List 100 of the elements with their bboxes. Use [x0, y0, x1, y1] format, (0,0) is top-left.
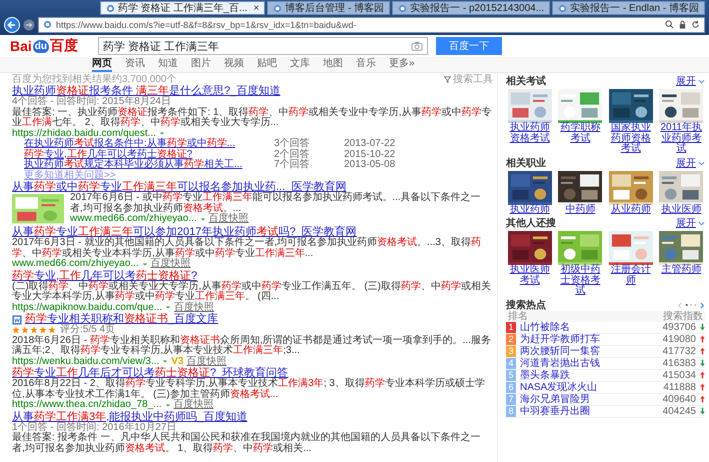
- result-url: https://wenku.baidu.com/view/3...: [12, 356, 160, 367]
- related-item-link[interactable]: 执业医师考试: [506, 265, 554, 286]
- browser-tab[interactable]: 药学 资格证 工作满三年_百... ×: [100, 1, 266, 15]
- camera-icon[interactable]: [411, 41, 423, 51]
- hot-search-link[interactable]: 墨头条暴跌: [520, 370, 659, 380]
- rank-badge: 6: [506, 382, 516, 392]
- search-index: 416383: [662, 358, 696, 368]
- rank-badge: 2: [506, 334, 516, 344]
- hot-search-link[interactable]: 海尔兄弟冒险男: [520, 394, 659, 404]
- forward-button[interactable]: [23, 18, 35, 30]
- nav-tab[interactable]: 贴吧: [257, 57, 277, 72]
- snapshot-link[interactable]: 百度快照: [174, 302, 214, 313]
- related-item-link[interactable]: 执业药师资格考试: [506, 123, 554, 144]
- nav-tab[interactable]: 图片: [191, 57, 211, 72]
- expand-link[interactable]: 展开: [676, 218, 705, 229]
- related-item-link[interactable]: 中药师: [565, 204, 596, 215]
- caret-icon[interactable]: [142, 262, 148, 267]
- related-item-link[interactable]: 执业医师: [661, 204, 702, 215]
- search-index: 404245: [662, 406, 696, 416]
- hot-search-link[interactable]: 中羽赛垂丹出圈: [520, 406, 659, 416]
- refresh-icon[interactable]: [691, 20, 700, 29]
- search-index: 493706: [662, 322, 696, 332]
- related-item-link[interactable]: 初级中药士资格考试: [556, 265, 604, 296]
- answer-meta: 4个回答 - 回答时间: 2015年8月24日: [12, 97, 171, 107]
- hot-search-link[interactable]: 河道青岩抛出古钱: [520, 358, 659, 368]
- expand-link[interactable]: 展开: [676, 76, 705, 87]
- page-icon: [398, 4, 408, 12]
- lock-icon: [678, 20, 687, 29]
- related-question-link[interactable]: 执业药师考试规定本科毕业必须从事药学相关工...: [24, 160, 274, 170]
- related-question-link[interactable]: 在执业药师考试报名条件中:从事药学或中药学...: [24, 139, 274, 150]
- search-index: 409640: [662, 394, 696, 404]
- caret-icon[interactable]: [165, 305, 172, 310]
- nav-tab[interactable]: 资讯: [125, 57, 145, 72]
- logo-text: Bai: [10, 38, 32, 54]
- browser-tab[interactable]: 实验报告一 - Endlan - 博客园: [552, 1, 705, 15]
- url-text: https://www.baidu.com/s?ie=utf-8&f=8&rsv_bp=1&rsv_idx=1&tn=baidu&wd-: [56, 20, 358, 30]
- related-question-link[interactable]: 药学专业,工作几年可以考药士资格证?: [24, 150, 274, 160]
- result-title-link[interactable]: 药学专业相关职称和资格证书_百度文库: [25, 314, 218, 325]
- chevron-down-icon: [698, 160, 705, 166]
- hot-search-link[interactable]: 两次腰斩同一集窖: [520, 346, 659, 356]
- snapshot-link[interactable]: 百度快照: [150, 259, 191, 270]
- chevron-down-icon: [698, 79, 705, 84]
- related-item-link[interactable]: 国家执业药师资格考试: [607, 123, 654, 154]
- search-button[interactable]: 百度一下: [436, 37, 502, 55]
- nav-tab[interactable]: 音乐: [356, 57, 376, 72]
- snapshot-link[interactable]: 百度快照: [186, 356, 227, 367]
- search-icon[interactable]: [665, 20, 674, 29]
- related-item-link[interactable]: 主管药师: [661, 265, 702, 276]
- result-count: 百度为您找到相关结果约3,700,000个: [12, 74, 176, 85]
- rating-text: 评分:5/5 4页: [60, 325, 116, 335]
- address-bar[interactable]: https://www.baidu.com/s?ie=utf-8&f=8&rsv_bp=1&rsv_idx=1&tn=baidu&wd-: [38, 16, 705, 32]
- result-title-link[interactable]: 从事药学或中药学专业工作满三年可以报名参加执业药..._医学教育网: [12, 182, 346, 193]
- nav-tab[interactable]: 更多»: [389, 57, 415, 72]
- previous-page-icon[interactable]: [677, 302, 682, 308]
- hot-search-link[interactable]: 为赶开学教师打车: [520, 334, 659, 344]
- answer-count: 7个回答: [274, 160, 311, 170]
- nav-tab[interactable]: 视频: [224, 57, 244, 72]
- column-header: 搜索指数: [663, 310, 703, 322]
- nav-tab[interactable]: 地图: [323, 57, 343, 72]
- snapshot-link[interactable]: 百度快照: [208, 214, 249, 224]
- search-field[interactable]: 药学 资格证 工作满三年: [98, 37, 428, 55]
- result-title-link[interactable]: 药学专业工作几年后才可以考药士资格证?_环球教育问答: [12, 368, 288, 379]
- nav-tab[interactable]: 网页: [92, 57, 112, 72]
- rank-badge: 4: [506, 358, 516, 368]
- hot-search-link[interactable]: NASA发现冰火山: [520, 382, 660, 392]
- page-dots-icon: [685, 303, 697, 307]
- related-item-link[interactable]: 执业药师: [510, 204, 550, 215]
- hot-search-link[interactable]: 山竹被除名: [520, 322, 659, 332]
- nav-tab[interactable]: 文库: [290, 57, 310, 72]
- result-url: https://wapiknow.baidu.com/que...: [12, 302, 162, 313]
- result-url: https://zhidao.baidu.com/quest...: [12, 128, 156, 138]
- result-snippet: 最佳答案: 一、执业药师资格证报考条件如下: 1、取得药学、中药学或相关专业中专学历,从事药学或中药学专业工作满七年。 2、取得药学、中药学或相关专业大专学历...: [12, 108, 492, 128]
- result-url: https://www.thea.cn/zhidao_78_...: [12, 400, 162, 410]
- result-url: www.med66.com/zhiyeyao...: [70, 214, 197, 224]
- caret-icon[interactable]: [158, 131, 165, 136]
- related-item-link[interactable]: 注册会计师: [607, 265, 654, 286]
- related-item-link[interactable]: 药学职称考试: [556, 123, 604, 144]
- nav-tab[interactable]: 知道: [158, 57, 178, 72]
- result-title-link[interactable]: 执业药师资格证报考条件 满三年是什么意思?_百度知道: [12, 86, 280, 97]
- browser-tab[interactable]: 实验报告一 - p20152143004...: [392, 1, 550, 15]
- close-tab-button[interactable]: ×: [253, 2, 260, 14]
- result-title-link[interactable]: 药学专业,工作几年可以考药士资格证?: [12, 270, 198, 282]
- result-snippet: 最佳答案: 报考条件 一、凡中华人民共和国公民和获准在我国境内就业的其他国籍的人员具备以下条件之一者,均可报名参加执业药师资格考试。 1、取得药学、中药学或相关...: [12, 433, 482, 454]
- browser-tab[interactable]: 博客后台管理 - 博客园: [267, 1, 390, 15]
- next-page-icon[interactable]: [700, 302, 705, 308]
- related-item-link[interactable]: 从业药师: [610, 204, 651, 215]
- back-button[interactable]: [4, 16, 20, 32]
- result-title-link[interactable]: 从事药学专业工作满三年可以参加2017年执业药师考试吗?_医学教育网: [12, 227, 357, 238]
- search-index: 417732: [662, 346, 696, 356]
- answer-meta: 1个回答 - 回答时间: 2016年10月27日: [12, 422, 176, 432]
- expand-link[interactable]: 展开: [676, 158, 705, 168]
- caret-icon[interactable]: [162, 359, 168, 364]
- result-snippet: 2017年6月6日 - 或中药学专业工作满三年能可以报名参加执业药师考试。...具备以下条件之一者,均可报名参加执业药师资格考试。...: [70, 193, 482, 214]
- related-item-link[interactable]: 2011年执业药师考试: [658, 123, 705, 154]
- caret-icon[interactable]: [164, 402, 171, 408]
- result-title-link[interactable]: 从事药学工作满3年,能报执业中药师吗_百度知道: [12, 412, 248, 422]
- snapshot-link[interactable]: 百度快照: [174, 400, 214, 410]
- page-icon: [558, 4, 568, 12]
- search-index: 411888: [663, 382, 696, 392]
- caret-icon[interactable]: [200, 216, 206, 222]
